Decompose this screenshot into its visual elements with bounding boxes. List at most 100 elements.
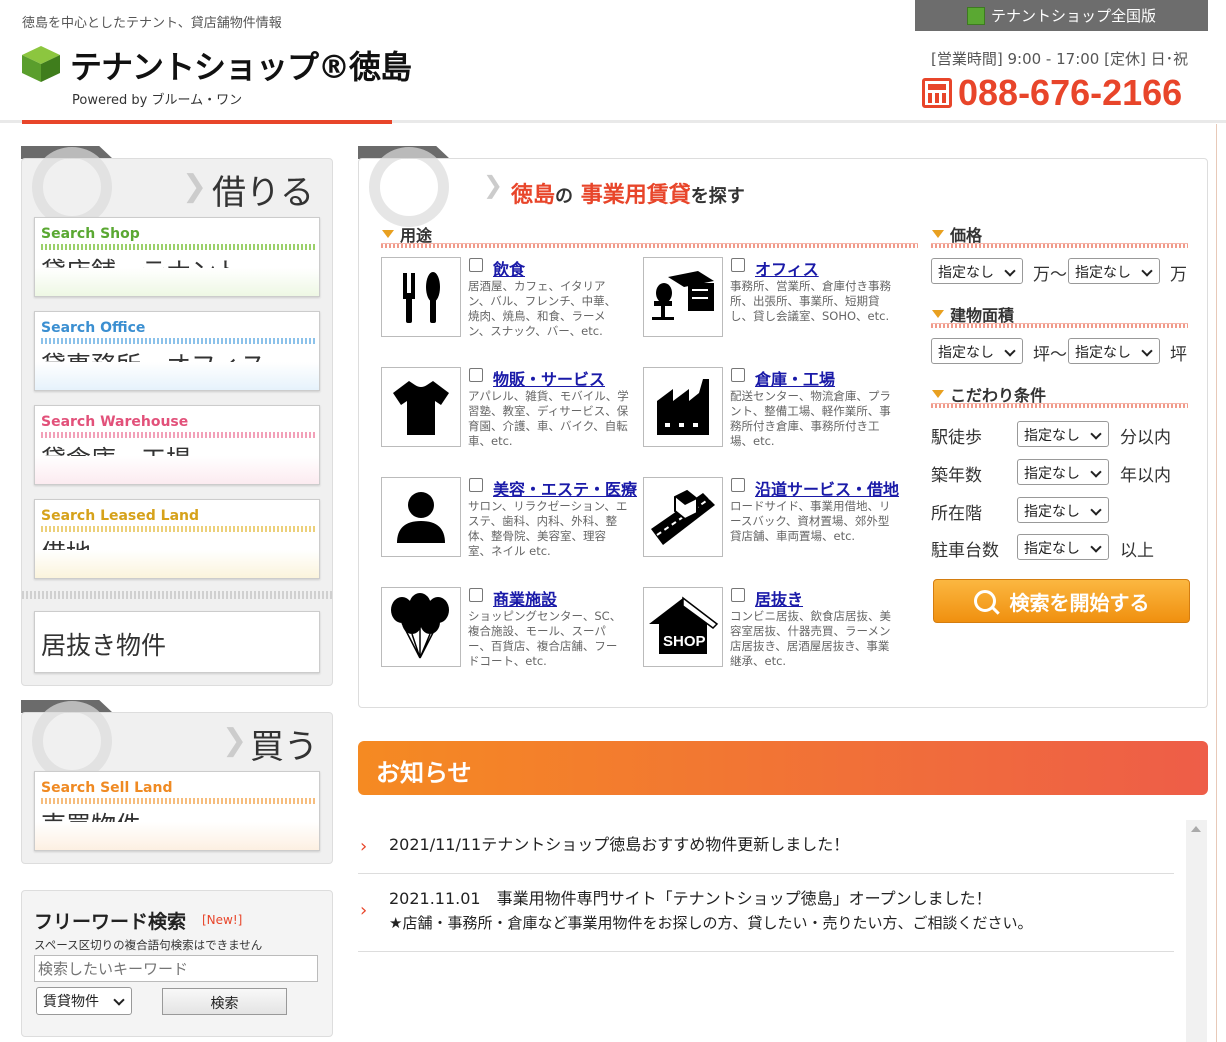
price-max-select[interactable]: 指定なし (1068, 258, 1160, 284)
search-shop-en: Search Shop (41, 226, 140, 242)
food-icon[interactable] (381, 257, 461, 337)
news-item[interactable]: › 2021/11/11テナントショップ徳島おすすめ物件更新しました！ (358, 820, 1174, 874)
news-item[interactable]: › 2021.11.01 事業用物件専門サイト「テナントショップ徳島」オープンし… (358, 874, 1174, 952)
inuki-link[interactable]: 居抜き (755, 586, 803, 610)
news-text[interactable]: 2021/11/11テナントショップ徳島おすすめ物件更新しました！ (389, 833, 849, 857)
stripe (41, 432, 315, 438)
office-checkbox[interactable] (731, 258, 745, 272)
floor-select[interactable]: 指定なし (1017, 497, 1109, 523)
search-land-button[interactable]: Search Leased Land 借地 (34, 499, 320, 579)
price-min-select[interactable]: 指定なし (931, 258, 1023, 284)
chevron-icon: ❯ (222, 723, 248, 758)
area-min-select[interactable]: 指定なし (931, 338, 1023, 364)
search-icon (973, 590, 996, 612)
beauty-link[interactable]: 美容・エステ・医療 (493, 476, 637, 500)
site-tagline: 徳島を中心としたテナント、貸店舗物件情報 (22, 16, 282, 31)
magnifier-icon (32, 701, 112, 781)
usage-divider (381, 243, 918, 248)
food-link[interactable]: 飲食 (493, 256, 525, 280)
triangle-icon (932, 230, 944, 238)
phone-number[interactable]: 088-676-2166 (958, 72, 1182, 114)
inuki-button[interactable]: 居抜き物件 (34, 611, 320, 673)
factory-icon[interactable] (643, 367, 723, 447)
new-badge: [New!] (202, 913, 243, 927)
beauty-icon[interactable] (381, 477, 461, 557)
office-desc: 事務所、営業所、倉庫付き事務所、出張所、事業所、短期貸し、貸し会議室、SOHO、… (730, 279, 891, 323)
divider (22, 591, 332, 599)
parking-label: 駐車台数 (931, 541, 999, 561)
floor-label: 所在階 (931, 504, 982, 524)
price-unit-to: 万 (1170, 265, 1187, 285)
title-category: 事業用賃貸 (580, 183, 691, 208)
price-unit-from: 万〜 (1033, 265, 1067, 285)
freeword-panel: フリーワード検索 [New!] スペース区切りの複合語句検索はできません 賃貸物… (21, 890, 333, 1037)
retail-desc: アパレル、雑貨、モバイル、学習塾、教室、ディサービス、保育園、介護、車、バイク、… (468, 389, 629, 448)
building-age-select[interactable]: 指定なし (1017, 459, 1109, 485)
rent-panel: ❯ 借りる Search Shop 貸店舗・テナント Search Office… (21, 147, 333, 686)
freeword-title: フリーワード検索 (34, 911, 187, 933)
chevron-icon: ❯ (483, 171, 504, 199)
national-site-link[interactable]: テナントショップ全国版 (915, 0, 1208, 31)
beauty-desc: サロン、リラクゼーション、エステ、歯科、内科、外科、整体、整骨院、美容室、理容室… (468, 499, 628, 558)
buy-heading: 買う (250, 727, 318, 767)
commercial-checkbox[interactable] (469, 588, 483, 602)
roadside-checkbox[interactable] (731, 478, 745, 492)
factory-desc: 配送センター、物流倉庫、プラント、整備工場、軽作業所、事務所付き倉庫、事務所付き… (730, 389, 891, 448)
parking-select[interactable]: 指定なし (1017, 534, 1109, 560)
shop-icon[interactable]: SHOP (643, 587, 723, 667)
beauty-checkbox[interactable] (469, 478, 483, 492)
station-walk-select[interactable]: 指定なし (1017, 421, 1109, 447)
search-office-button[interactable]: Search Office 貸事務所・オフィス (34, 311, 320, 391)
news-text[interactable]: 2021.11.01 事業用物件専門サイト「テナントショップ徳島」オープンしまし… (389, 887, 992, 911)
factory-checkbox[interactable] (731, 368, 745, 382)
freeword-search-button[interactable]: 検索 (162, 988, 287, 1015)
shop-icon-text: SHOP (663, 633, 706, 650)
freeword-type-select[interactable]: 賃貸物件 (36, 987, 132, 1015)
phone-block[interactable]: 088-676-2166 (922, 72, 1182, 114)
magnifier-icon (32, 147, 112, 227)
factory-link[interactable]: 倉庫・工場 (755, 366, 835, 390)
office-link[interactable]: オフィス (755, 256, 819, 280)
commercial-link[interactable]: 商業施設 (493, 586, 557, 610)
start-search-button[interactable]: 検索を開始する (933, 579, 1190, 623)
chevron-right-icon: › (360, 900, 368, 921)
inuki-checkbox[interactable] (731, 588, 745, 602)
search-warehouse-button[interactable]: Search Warehouse 貸倉庫・工場 (34, 405, 320, 485)
retail-icon[interactable] (381, 367, 461, 447)
title-region: 徳島 (511, 183, 556, 208)
logo-cube-icon[interactable] (20, 44, 62, 84)
chevron-right-icon: › (360, 836, 368, 857)
freeword-input[interactable] (34, 955, 318, 982)
fade (35, 362, 319, 390)
search-shop-button[interactable]: Search Shop 貸店舗・テナント (34, 217, 320, 297)
food-checkbox[interactable] (469, 258, 483, 272)
search-warehouse-en: Search Warehouse (41, 414, 189, 430)
triangle-icon (932, 310, 944, 318)
triangle-icon (932, 390, 944, 398)
fade (35, 268, 319, 296)
search-land-en: Search Leased Land (41, 508, 200, 524)
retail-checkbox[interactable] (469, 368, 483, 382)
site-logo[interactable]: テナントショップ®徳島 (70, 42, 412, 88)
stripe (41, 798, 315, 804)
news-scrollbar[interactable] (1186, 820, 1207, 1042)
buy-panel: ❯ 買う Search Sell Land 売買物件 (21, 701, 333, 864)
stripe (41, 338, 315, 344)
commercial-icon[interactable] (381, 587, 461, 667)
national-site-label: テナントショップ全国版 (990, 7, 1156, 25)
area-max-select[interactable]: 指定なし (1068, 338, 1160, 364)
title-no: の (555, 186, 574, 207)
business-hours: [営業時間] 9:00 - 17:00 [定休] 日･祝 (931, 50, 1189, 68)
roadside-link[interactable]: 沿道サービス・借地 (755, 476, 899, 500)
roadside-icon[interactable] (643, 477, 723, 557)
building-age-unit: 年以内 (1120, 466, 1171, 486)
retail-link[interactable]: 物販・サービス (493, 366, 605, 390)
start-search-label: 検索を開始する (1009, 590, 1150, 615)
scroll-up-icon[interactable] (1191, 826, 1201, 832)
area-divider (931, 323, 1188, 328)
office-icon[interactable] (643, 257, 723, 337)
fade (35, 822, 319, 850)
search-title: 徳島の 事業用賃貸を探す (511, 177, 745, 209)
search-sell-land-button[interactable]: Search Sell Land 売買物件 (34, 771, 320, 851)
magnifier-icon (369, 147, 449, 227)
